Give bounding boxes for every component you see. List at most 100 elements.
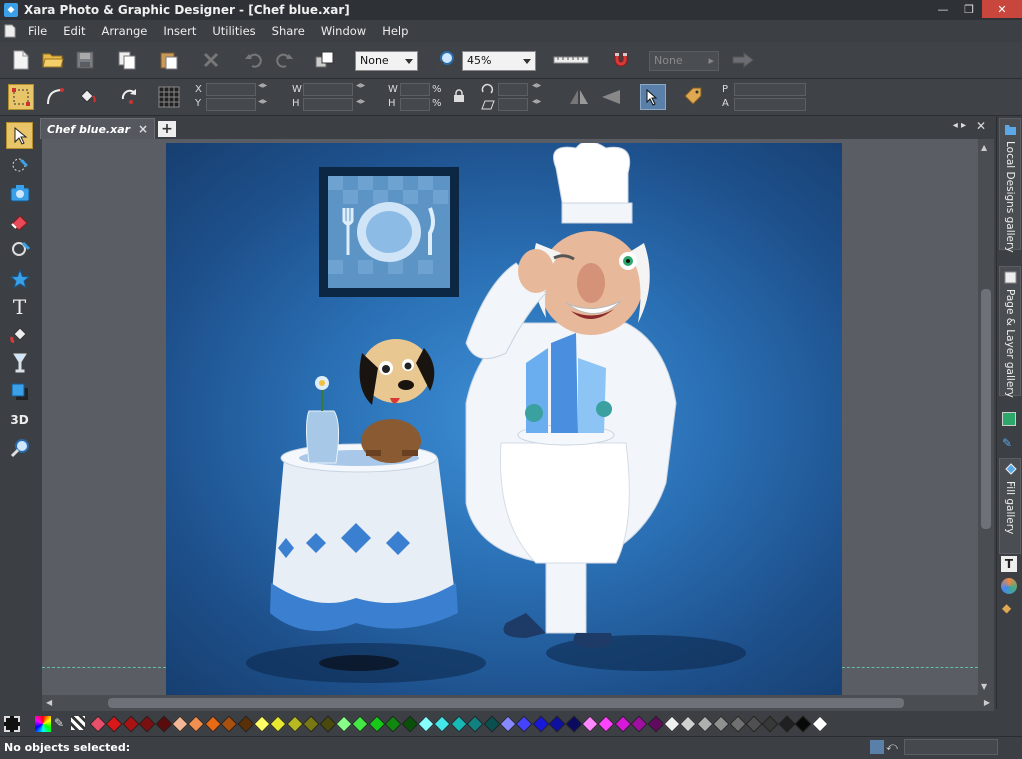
palette-swatch[interactable] bbox=[532, 715, 550, 733]
transparency-tool-icon[interactable] bbox=[6, 349, 33, 376]
palette-swatch[interactable] bbox=[401, 715, 419, 733]
palette-swatch[interactable] bbox=[368, 715, 386, 733]
palette-swatch[interactable] bbox=[515, 715, 533, 733]
palette-swatch[interactable] bbox=[548, 715, 566, 733]
lasso-tool-icon[interactable] bbox=[6, 235, 33, 262]
rotation-spinner-icon[interactable]: ◀▶ bbox=[532, 83, 541, 89]
palette-swatch[interactable] bbox=[138, 715, 156, 733]
close-icon[interactable]: ✕ bbox=[982, 0, 1022, 18]
copy-icon[interactable] bbox=[114, 47, 140, 73]
height-spinner-icon[interactable]: ◀▶ bbox=[356, 99, 365, 105]
palette-swatch[interactable] bbox=[302, 715, 320, 733]
tabbar-close-icon[interactable]: ✕ bbox=[976, 119, 986, 133]
palette-swatch[interactable] bbox=[794, 715, 812, 733]
x-position-field[interactable] bbox=[206, 83, 256, 96]
palette-swatch[interactable] bbox=[581, 715, 599, 733]
name-gallery-icon[interactable]: ◆ bbox=[1002, 601, 1011, 615]
palette-swatch[interactable] bbox=[614, 715, 632, 733]
select-inside-icon[interactable] bbox=[640, 84, 666, 110]
quality-select[interactable]: None bbox=[355, 51, 418, 71]
a-field[interactable] bbox=[734, 98, 806, 111]
shadow-tool-icon[interactable] bbox=[6, 378, 33, 405]
scale-width-field[interactable] bbox=[400, 83, 430, 96]
rulers-icon[interactable] bbox=[552, 47, 590, 73]
palette-swatch[interactable] bbox=[679, 715, 697, 733]
vertical-scrollbar[interactable]: ▲ ▼ bbox=[978, 139, 994, 695]
line-gallery-icon[interactable]: ✎ bbox=[1002, 436, 1012, 450]
new-document-icon[interactable] bbox=[8, 47, 34, 73]
p-field[interactable] bbox=[734, 83, 806, 96]
palette-swatch[interactable] bbox=[105, 715, 123, 733]
no-color-icon[interactable] bbox=[4, 716, 20, 732]
palette-swatch[interactable] bbox=[597, 715, 615, 733]
flip-vertical-icon[interactable] bbox=[598, 84, 624, 110]
width-field[interactable] bbox=[303, 83, 353, 96]
palette-swatch[interactable] bbox=[466, 715, 484, 733]
palette-swatch[interactable] bbox=[499, 715, 517, 733]
palette-swatch[interactable] bbox=[237, 715, 255, 733]
scroll-left-icon[interactable]: ◀ bbox=[46, 698, 52, 707]
palette-swatch[interactable] bbox=[269, 715, 287, 733]
palette-swatch[interactable] bbox=[761, 715, 779, 733]
zoom-select[interactable]: 45% bbox=[462, 51, 536, 71]
tab-close-icon[interactable]: × bbox=[138, 122, 148, 136]
menu-insert[interactable]: Insert bbox=[155, 24, 204, 38]
text-tool-icon[interactable]: T bbox=[6, 293, 33, 320]
bitmap-gallery-icon[interactable] bbox=[1002, 412, 1016, 426]
style-select[interactable]: None ▸ bbox=[649, 51, 719, 71]
color-picker-icon[interactable] bbox=[35, 716, 51, 732]
flip-horizontal-icon[interactable] bbox=[566, 84, 592, 110]
minimize-icon[interactable]: — bbox=[930, 0, 956, 18]
eyedropper-icon[interactable]: ✎ bbox=[54, 716, 68, 732]
menu-help[interactable]: Help bbox=[374, 24, 416, 38]
name-tag-icon[interactable] bbox=[680, 84, 706, 110]
open-folder-icon[interactable] bbox=[40, 47, 66, 73]
snap-magnet-icon[interactable] bbox=[608, 47, 634, 73]
tab-scroll-icon[interactable]: ◂ ▸ bbox=[953, 120, 966, 131]
paste-icon[interactable] bbox=[156, 47, 182, 73]
undo-icon[interactable] bbox=[240, 47, 266, 73]
zoom-tool-left-icon[interactable] bbox=[6, 434, 33, 461]
app-logo-icon[interactable]: ◆ bbox=[4, 3, 18, 17]
palette-swatch[interactable] bbox=[384, 715, 402, 733]
skew-field[interactable] bbox=[498, 98, 528, 111]
status-undo-icon[interactable]: ⤺ bbox=[886, 740, 900, 754]
redo-icon[interactable] bbox=[272, 47, 298, 73]
palette-swatch[interactable] bbox=[630, 715, 648, 733]
menu-arrange[interactable]: Arrange bbox=[94, 24, 156, 38]
y-position-field[interactable] bbox=[206, 98, 256, 111]
scroll-up-icon[interactable]: ▲ bbox=[981, 143, 987, 152]
palette-swatch[interactable] bbox=[450, 715, 468, 733]
photo-tool-icon[interactable] bbox=[6, 179, 33, 206]
palette-swatch[interactable] bbox=[319, 715, 337, 733]
bring-to-front-icon[interactable] bbox=[312, 47, 338, 73]
menu-window[interactable]: Window bbox=[313, 24, 374, 38]
palette-swatch[interactable] bbox=[155, 715, 173, 733]
maximize-icon[interactable]: ❐ bbox=[956, 0, 982, 18]
menu-edit[interactable]: Edit bbox=[55, 24, 93, 38]
y-spinner-icon[interactable]: ◀▶ bbox=[258, 99, 267, 105]
apply-style-arrow-icon[interactable] bbox=[730, 47, 756, 73]
rotate-arrow-icon[interactable] bbox=[116, 84, 142, 110]
chef-illustration[interactable] bbox=[166, 143, 842, 695]
palette-swatch[interactable] bbox=[286, 715, 304, 733]
menu-utilities[interactable]: Utilities bbox=[204, 24, 263, 38]
scale-height-field[interactable] bbox=[400, 98, 430, 111]
horizontal-scroll-thumb[interactable] bbox=[108, 698, 904, 708]
page-layer-gallery-tab[interactable]: Page & Layer gallery bbox=[999, 266, 1021, 398]
palette-swatch[interactable] bbox=[433, 715, 451, 733]
width-spinner-icon[interactable]: ◀▶ bbox=[356, 83, 365, 89]
palette-swatch[interactable] bbox=[187, 715, 205, 733]
document-tab[interactable]: Chef blue.xar × bbox=[40, 118, 155, 139]
local-designs-gallery-tab[interactable]: Local Designs gallery bbox=[999, 118, 1021, 253]
save-icon[interactable] bbox=[72, 47, 98, 73]
vertical-scroll-thumb[interactable] bbox=[981, 289, 991, 529]
grid-icon[interactable] bbox=[156, 84, 182, 110]
palette-swatch[interactable] bbox=[712, 715, 730, 733]
scroll-right-icon[interactable]: ▶ bbox=[984, 698, 990, 707]
palette-swatch[interactable] bbox=[696, 715, 714, 733]
palette-swatch[interactable] bbox=[778, 715, 796, 733]
contour-tool-icon[interactable] bbox=[6, 151, 33, 178]
star-tool-icon[interactable] bbox=[6, 265, 33, 292]
status-select-icon[interactable] bbox=[870, 740, 884, 754]
